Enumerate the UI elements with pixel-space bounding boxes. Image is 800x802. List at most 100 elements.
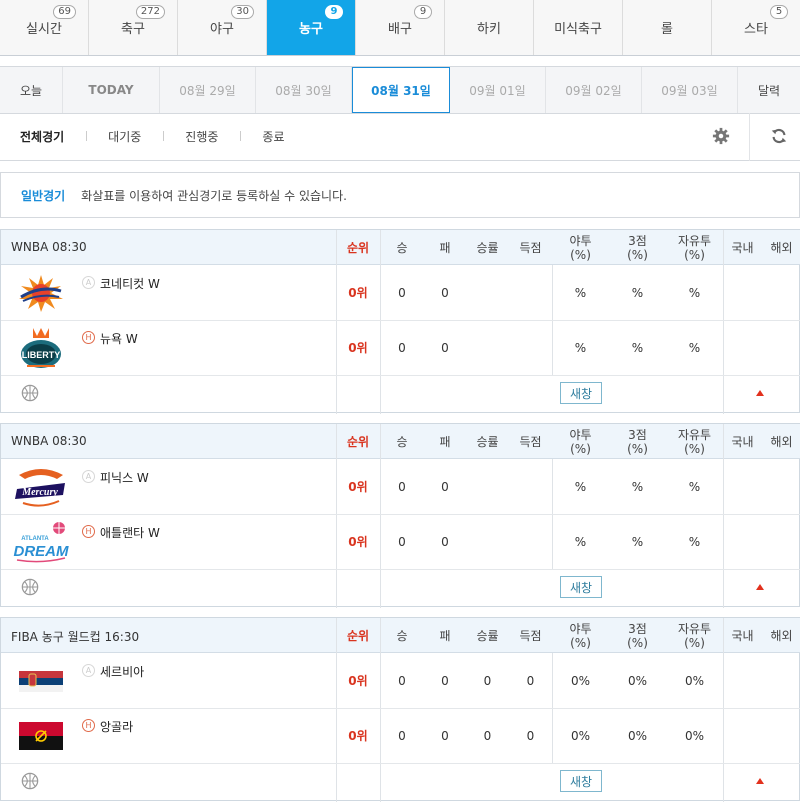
- tab-starcraft[interactable]: 스타 5: [712, 0, 800, 55]
- col-rank: 순위: [346, 628, 370, 643]
- team-name[interactable]: 뉴욕 W: [100, 330, 138, 347]
- team-wins: 0: [398, 673, 406, 688]
- tab-label: 축구: [121, 22, 145, 37]
- filter-all[interactable]: 전체경기: [20, 128, 64, 145]
- home-marker: H: [82, 719, 95, 732]
- date-0831-selected[interactable]: 08월 31일: [352, 67, 450, 113]
- tab-basketball[interactable]: 농구 9: [267, 0, 356, 55]
- sport-tabs: 실시간 69 축구 272 야구 30 농구 9 배구 9 하키 미식축구 롤 스타 5: [0, 0, 800, 56]
- svg-text:DREAM: DREAM: [14, 543, 70, 560]
- col-ft: 자유투 (%): [666, 424, 723, 459]
- col-3pt-label: 3점: [628, 621, 647, 636]
- status-filters: 전체경기 대기중 진행중 종료: [0, 113, 800, 161]
- team-3pt: 0%: [627, 673, 648, 688]
- home-marker: H: [82, 525, 95, 538]
- team-3pt: 0%: [627, 728, 648, 743]
- col-3pt-unit: (%): [627, 247, 648, 262]
- team-name[interactable]: 세르비아: [100, 663, 144, 680]
- liberty-logo: LIBERTY: [13, 326, 69, 370]
- team-fg: 0%: [570, 728, 591, 743]
- team-losses: 0: [441, 285, 449, 300]
- col-3pt: 3점 (%): [609, 424, 666, 459]
- team-rank: 0위: [348, 729, 368, 743]
- col-rank: 순위: [346, 434, 370, 449]
- col-3pt-unit: (%): [627, 441, 648, 456]
- team-3pt: %: [631, 285, 644, 300]
- tab-lol[interactable]: 롤: [623, 0, 712, 55]
- team-pct: [466, 265, 509, 320]
- team-name[interactable]: 코네티컷 W: [100, 275, 160, 292]
- team-score: [509, 265, 552, 320]
- refresh-icon[interactable]: [770, 127, 788, 145]
- new-window-button[interactable]: 새창: [560, 382, 602, 404]
- sun-logo: [13, 271, 69, 315]
- col-pct: 승률: [476, 240, 499, 255]
- arrow-up-icon[interactable]: [756, 778, 764, 784]
- svg-text:LIBERTY: LIBERTY: [22, 350, 61, 360]
- col-domestic: 국내: [731, 240, 754, 255]
- col-fg-unit: (%): [570, 247, 591, 262]
- new-window-button[interactable]: 새창: [560, 576, 602, 598]
- new-window-button[interactable]: 새창: [560, 770, 602, 792]
- svg-text:ATLANTA: ATLANTA: [21, 536, 49, 542]
- tab-baseball[interactable]: 야구 30: [178, 0, 267, 55]
- date-0830[interactable]: 08월 30일: [256, 67, 352, 113]
- tab-american-football[interactable]: 미식축구: [534, 0, 623, 55]
- basketball-icon[interactable]: [21, 578, 39, 596]
- team-losses: 0: [441, 673, 449, 688]
- team-name[interactable]: 애틀랜타 W: [100, 524, 160, 541]
- arrow-up-icon[interactable]: [756, 584, 764, 590]
- col-ft: 자유투 (%): [666, 230, 723, 265]
- angola-flag: [13, 714, 69, 758]
- col-win: 승: [396, 628, 408, 643]
- team-score: [509, 320, 552, 375]
- col-fg: 야투 (%): [552, 230, 609, 265]
- team-fg: %: [574, 534, 587, 549]
- tab-label: 실시간: [26, 22, 62, 37]
- game-title: WNBA 08:30: [11, 434, 87, 448]
- game-card: FIBA 농구 월드컵 16:30 순위 승 패 승률 득점 야투 (%) 3점(…: [0, 617, 800, 802]
- col-fg-unit: (%): [570, 441, 591, 456]
- date-0903[interactable]: 09월 03일: [642, 67, 738, 113]
- date-0901[interactable]: 09월 01일: [450, 67, 546, 113]
- team-name[interactable]: 피닉스 W: [100, 469, 149, 486]
- filter-live[interactable]: 진행중: [163, 128, 218, 145]
- team-losses: 0: [441, 728, 449, 743]
- filter-finished[interactable]: 종료: [240, 128, 285, 145]
- col-3pt: 3점 (%): [609, 618, 666, 653]
- team-losses: 0: [441, 340, 449, 355]
- tab-realtime[interactable]: 실시간 69: [0, 0, 89, 55]
- filter-waiting[interactable]: 대기중: [86, 128, 141, 145]
- gear-icon[interactable]: [712, 127, 730, 145]
- team-name[interactable]: 앙골라: [100, 718, 133, 735]
- basketball-icon[interactable]: [21, 384, 39, 402]
- date-bar: 오늘 TODAY 08월 29일 08월 30일 08월 31일 09월 01일…: [0, 66, 800, 114]
- date-today-button[interactable]: 오늘: [0, 67, 63, 113]
- game-footer: 새창: [1, 375, 800, 413]
- team-fg: 0%: [570, 673, 591, 688]
- team-fg: %: [574, 340, 587, 355]
- calendar-button[interactable]: 달력: [738, 67, 800, 113]
- game-header: WNBA 08:30 순위 승 패 승률 득점 야투 (%) 3점 (%) 자유투(…: [1, 230, 800, 265]
- col-ft: 자유투 (%): [666, 618, 723, 653]
- count-badge: 69: [53, 5, 76, 19]
- date-0902[interactable]: 09월 02일: [546, 67, 642, 113]
- team-row: A 세르비아 0위 0 0 0 0 0% 0% 0%: [1, 653, 800, 708]
- game-footer: 새창: [1, 569, 800, 607]
- col-pct: 승률: [476, 434, 499, 449]
- tab-soccer[interactable]: 축구 272: [89, 0, 178, 55]
- tab-hockey[interactable]: 하키: [445, 0, 534, 55]
- mercury-logo: Mercury: [13, 465, 69, 509]
- basketball-icon[interactable]: [21, 772, 39, 790]
- tab-volleyball[interactable]: 배구 9: [356, 0, 445, 55]
- date-today-label[interactable]: TODAY: [63, 67, 160, 113]
- arrow-up-icon[interactable]: [756, 390, 764, 396]
- game-card: WNBA 08:30 순위 승 패 승률 득점 야투 (%) 3점 (%) 자유투(…: [0, 229, 800, 414]
- col-3pt: 3점 (%): [609, 230, 666, 265]
- tab-label: 롤: [661, 22, 673, 37]
- col-win: 승: [396, 434, 408, 449]
- team-3pt: %: [631, 479, 644, 494]
- team-3pt: %: [631, 340, 644, 355]
- date-0829[interactable]: 08월 29일: [160, 67, 256, 113]
- col-score: 득점: [519, 434, 542, 449]
